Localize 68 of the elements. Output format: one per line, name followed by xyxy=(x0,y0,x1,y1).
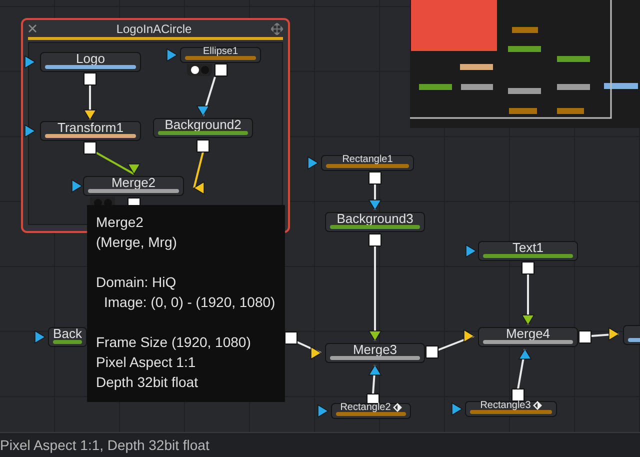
tooltip-line: Frame Size (1920, 1080) xyxy=(96,333,252,352)
tooltip-line: Merge2 xyxy=(96,213,144,232)
tool-node[interactable]: Back xyxy=(48,327,87,347)
tool-node[interactable]: Rectangle1 xyxy=(321,155,414,171)
move-icon[interactable] xyxy=(271,22,283,34)
node-label: Transform1 xyxy=(58,121,124,134)
node-label: Text1 xyxy=(512,241,544,254)
connector-line xyxy=(83,85,97,121)
output-port-icon[interactable] xyxy=(196,140,210,152)
output-port-icon[interactable] xyxy=(214,64,228,76)
tool-node[interactable]: Merge4 xyxy=(478,327,578,347)
tool-node[interactable]: Ellipse1 xyxy=(180,47,261,63)
node-label: Logo xyxy=(76,52,105,65)
tooltip-line: Depth 32bit float xyxy=(96,373,199,392)
tooltip-line: Image: (0, 0) - (1920, 1080) xyxy=(103,293,276,312)
input-port-icon[interactable] xyxy=(166,48,178,62)
output-port-icon[interactable] xyxy=(578,330,592,344)
connector-line xyxy=(438,329,475,351)
output-port-icon[interactable] xyxy=(368,234,382,246)
tool-node[interactable]: Background2 xyxy=(153,118,253,138)
input-port-icon[interactable] xyxy=(24,55,36,69)
node-label: Background2 xyxy=(164,118,242,131)
node-label: Rectangle2 xyxy=(340,402,391,412)
tool-node[interactable]: Merge3 xyxy=(325,343,425,363)
tool-node[interactable]: Transform1 xyxy=(40,121,141,141)
input-port-icon[interactable] xyxy=(452,402,463,416)
output-port-icon[interactable] xyxy=(426,346,438,358)
connector-line xyxy=(521,274,535,326)
input-port-icon[interactable] xyxy=(24,124,36,138)
tool-node[interactable]: Merge2 xyxy=(83,176,184,196)
output-port-icon[interactable] xyxy=(522,262,534,274)
tool-node[interactable]: Text1 xyxy=(478,241,578,261)
output-port-icon[interactable] xyxy=(84,142,96,154)
node-label: Rectangle3 xyxy=(480,400,531,410)
tool-node[interactable]: Rectangle3 xyxy=(465,401,557,417)
output-port-icon[interactable] xyxy=(512,388,524,402)
tooltip-line: Pixel Aspect 1:1 xyxy=(96,353,197,372)
group-title: LogoInACircle xyxy=(116,22,192,36)
tool-node[interactable]: Logo xyxy=(40,52,141,72)
input-port-icon[interactable] xyxy=(34,330,46,344)
close-icon[interactable] xyxy=(28,24,37,33)
node-label: Ellipse1 xyxy=(202,46,238,56)
output-port-icon[interactable] xyxy=(284,332,298,344)
connector-line xyxy=(517,348,532,390)
node-label: Merge3 xyxy=(352,343,398,356)
connector-line xyxy=(296,341,322,360)
connector-line xyxy=(196,76,216,117)
connector-line xyxy=(368,364,382,394)
node-label: Background3 xyxy=(336,212,414,225)
status-text: Pixel Aspect 1:1, Depth 32bit float xyxy=(0,437,210,453)
connector-line xyxy=(590,327,620,341)
output-port-icon[interactable] xyxy=(368,172,382,184)
node-label: Merge2 xyxy=(111,176,156,189)
node-editor-canvas[interactable] xyxy=(0,0,640,432)
tooltip-line: (Merge, Mrg) xyxy=(96,233,178,252)
viewer-indicator[interactable] xyxy=(187,64,212,76)
connector-line xyxy=(94,151,141,175)
connector-line xyxy=(193,152,204,195)
tooltip-line: Domain: HiQ xyxy=(96,273,178,292)
output-port-icon[interactable] xyxy=(84,72,96,86)
tool-node[interactable]: Rectangle2 xyxy=(331,403,411,419)
node-label: Rectangle1 xyxy=(342,154,393,164)
connector-line xyxy=(368,184,382,211)
input-port-icon[interactable] xyxy=(308,156,319,170)
input-port-icon[interactable] xyxy=(318,404,329,418)
node-label: Merge4 xyxy=(506,327,550,340)
node-label: Back xyxy=(53,327,82,340)
tool-node[interactable]: Background3 xyxy=(325,212,425,232)
